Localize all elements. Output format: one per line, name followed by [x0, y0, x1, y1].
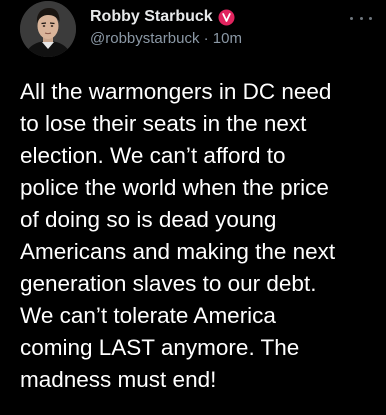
more-dot: [359, 16, 363, 20]
tweet-text: All the warmongers in DC need to lose th…: [20, 79, 336, 392]
more-dot: [369, 16, 372, 20]
handle-row: @robbystarbuck · 10m: [90, 30, 242, 47]
display-name[interactable]: Robby Starbuck: [90, 8, 213, 26]
verified-badge-icon: [218, 9, 235, 26]
timestamp[interactable]: 10m: [213, 30, 242, 47]
avatar-image: [20, 1, 76, 57]
name-row: Robby Starbuck: [90, 6, 235, 28]
more-options-icon[interactable]: [350, 10, 372, 26]
separator: ·: [203, 30, 213, 47]
avatar[interactable]: [20, 1, 76, 57]
more-dot: [350, 16, 353, 20]
handle[interactable]: @robbystarbuck: [90, 30, 199, 47]
tweet-card[interactable]: Robby Starbuck @robbystarbuck · 10m All …: [0, 0, 386, 415]
